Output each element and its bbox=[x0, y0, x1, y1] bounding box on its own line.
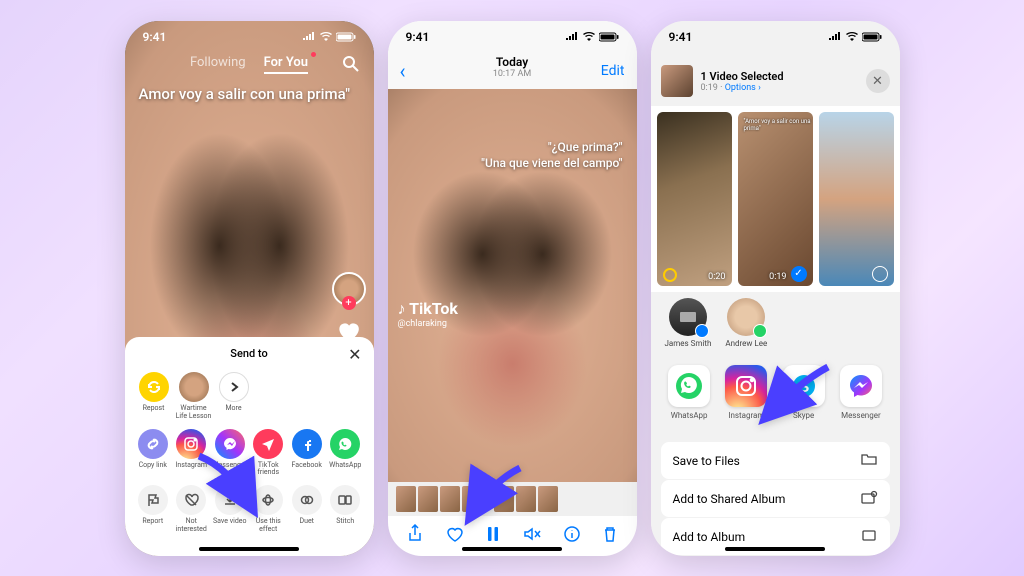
thumb-duration: 0:20 bbox=[708, 272, 725, 282]
unselected-circle bbox=[872, 266, 888, 282]
info-icon[interactable] bbox=[559, 521, 585, 551]
trash-icon[interactable] bbox=[598, 521, 622, 551]
battery-icon bbox=[599, 32, 619, 42]
header-text: 1 Video Selected 0:19 · Options › bbox=[701, 70, 858, 93]
status-bar: 9:41 bbox=[125, 21, 374, 53]
close-icon[interactable]: ✕ bbox=[866, 69, 890, 93]
share-icon[interactable] bbox=[402, 520, 428, 552]
video-preview[interactable]: "¿Que prima?" "Una que viene del campo" … bbox=[388, 89, 637, 482]
signal-icon bbox=[565, 32, 579, 42]
airdrop-people: James Smith Andrew Lee bbox=[651, 292, 900, 361]
annotation-arrow-1 bbox=[189, 448, 279, 528]
status-bar: 9:41 bbox=[388, 21, 637, 53]
creator-avatar[interactable]: + bbox=[332, 272, 366, 306]
tab-following[interactable]: Following bbox=[190, 55, 246, 74]
follow-plus-icon[interactable]: + bbox=[342, 296, 356, 310]
person-james[interactable]: James Smith bbox=[665, 298, 712, 355]
folder-icon bbox=[860, 452, 878, 469]
options-link[interactable]: Options bbox=[725, 83, 756, 93]
video-caption: "¿Que prima?" "Una que viene del campo" bbox=[481, 139, 622, 173]
battery-icon bbox=[336, 32, 356, 42]
action-add-shared-album[interactable]: Add to Shared Album bbox=[661, 480, 890, 517]
contact-wartime[interactable]: Wartime Life Lesson bbox=[175, 372, 213, 420]
tab-foryou[interactable]: For You bbox=[264, 55, 308, 74]
copy-link-button[interactable]: Copy link bbox=[135, 429, 172, 477]
annotation-arrow-2 bbox=[462, 462, 542, 532]
share-row-1: Repost Wartime Life Lesson More bbox=[125, 368, 374, 424]
selected-check-icon: ✓ bbox=[791, 266, 807, 282]
actions-list: Save to Files Add to Shared Album Add to… bbox=[651, 436, 900, 555]
photos-title: Today 10:17 AM bbox=[388, 55, 637, 79]
status-icons bbox=[828, 32, 882, 42]
search-icon[interactable] bbox=[342, 55, 360, 77]
battery-icon bbox=[862, 32, 882, 42]
tiktok-video[interactable]: Following For You Amor voy a salir con u… bbox=[125, 21, 374, 556]
action-save-to-files[interactable]: Save to Files bbox=[661, 442, 890, 479]
repost-button[interactable]: Repost bbox=[135, 372, 173, 420]
home-indicator[interactable] bbox=[725, 547, 825, 551]
more-button[interactable]: More bbox=[215, 372, 253, 420]
tiktok-watermark: ♪ TikTok @chlaraking bbox=[398, 299, 458, 329]
status-time: 9:41 bbox=[406, 30, 430, 44]
status-time: 9:41 bbox=[669, 30, 693, 44]
close-icon[interactable]: ✕ bbox=[348, 345, 361, 364]
duet-button[interactable]: Duet bbox=[289, 485, 326, 533]
stitch-button[interactable]: Stitch bbox=[327, 485, 364, 533]
gallery-thumb-1[interactable]: 0:20 bbox=[657, 112, 732, 286]
top-nav: Following For You bbox=[125, 55, 374, 74]
phone-tiktok: 9:41 Following For You Amor voy a salir … bbox=[125, 21, 374, 556]
signal-icon bbox=[828, 32, 842, 42]
phone-share-sheet: 9:41 1 Video Selected 0:19 · Options › ✕… bbox=[651, 21, 900, 556]
gallery-thumb-3[interactable] bbox=[819, 112, 894, 286]
shared-album-icon bbox=[860, 490, 878, 507]
share-whatsapp[interactable]: WhatsApp bbox=[327, 429, 364, 477]
status-icons bbox=[565, 32, 619, 42]
signal-icon bbox=[302, 32, 316, 42]
selected-thumbnail bbox=[661, 65, 693, 97]
person-andrew[interactable]: Andrew Lee bbox=[725, 298, 767, 355]
video-caption: Amor voy a salir con una prima" bbox=[139, 85, 351, 105]
status-time: 9:41 bbox=[143, 30, 167, 44]
sheet-header: Send to ✕ bbox=[125, 347, 374, 368]
album-icon bbox=[860, 528, 878, 545]
phone-photos: 9:41 Today 10:17 AM ‹ Edit "¿Que prima?"… bbox=[388, 21, 637, 556]
report-button[interactable]: Report bbox=[135, 485, 172, 533]
home-indicator[interactable] bbox=[462, 547, 562, 551]
thumb-caption: "Amor voy a salir con una prima" bbox=[744, 118, 813, 132]
app-whatsapp[interactable]: WhatsApp bbox=[668, 365, 710, 436]
thumb-duration: 0:19 bbox=[769, 272, 786, 282]
share-facebook[interactable]: Facebook bbox=[289, 429, 326, 477]
status-icons bbox=[302, 32, 356, 42]
app-messenger[interactable]: Messenger bbox=[840, 365, 882, 436]
wifi-icon bbox=[845, 32, 859, 42]
wifi-icon bbox=[319, 32, 333, 42]
home-indicator[interactable] bbox=[199, 547, 299, 551]
wifi-icon bbox=[582, 32, 596, 42]
status-bar: 9:41 bbox=[651, 21, 900, 53]
live-photo-icon bbox=[663, 268, 677, 282]
annotation-arrow-3 bbox=[750, 357, 840, 437]
media-gallery: 0:20 "Amor voy a salir con una prima" ✓ … bbox=[651, 106, 900, 292]
gallery-thumb-2[interactable]: "Amor voy a salir con una prima" ✓ 0:19 bbox=[738, 112, 813, 286]
